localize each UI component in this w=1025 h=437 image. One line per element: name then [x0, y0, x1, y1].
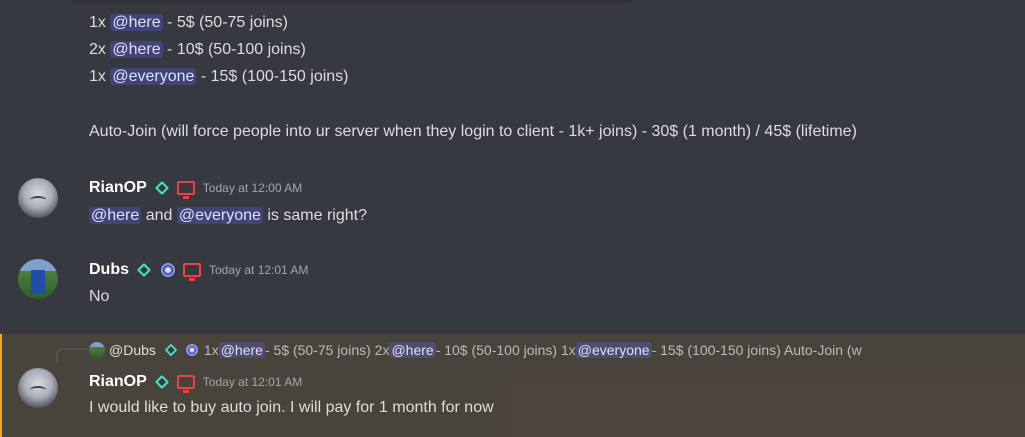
username[interactable]: RianOP	[89, 373, 147, 391]
message-text: I would like to buy auto join. I will pa…	[89, 399, 494, 416]
reply-author[interactable]: @Dubs	[109, 342, 156, 358]
price-line-prefix: 1x	[89, 14, 111, 31]
message-text: No	[89, 288, 110, 305]
price-line-suffix: - 15$ (100-150 joins)	[196, 68, 349, 85]
price-line-suffix: - 10$ (50-100 joins)	[162, 41, 306, 58]
reply-text: - 10$ (50-100 joins) 1x	[435, 342, 576, 358]
reply-spine	[56, 348, 88, 362]
timestamp[interactable]: Today at 12:00 AM	[203, 181, 302, 195]
desktop-icon	[183, 263, 201, 281]
message-header: Dubs Today at 12:01 AM	[89, 259, 308, 281]
mention-here[interactable]: @here	[110, 41, 163, 58]
price-line-2: 2x @here - 10$ (50-100 joins)	[89, 39, 306, 61]
message-header: RianOP Today at 12:01 AM	[89, 371, 302, 393]
text-fragment: is same right?	[262, 207, 367, 224]
username[interactable]: Dubs	[89, 261, 129, 279]
avatar-dubs[interactable]	[18, 259, 58, 299]
badge-icon	[164, 343, 178, 357]
price-line-1: 1x @here - 5$ (50-75 joins)	[89, 12, 288, 34]
badge-icon	[136, 262, 152, 278]
mention-here[interactable]: @here	[110, 14, 163, 31]
price-line-3: 1x @everyone - 15$ (100-150 joins)	[89, 66, 349, 88]
avatar-rianop[interactable]	[18, 368, 58, 408]
timestamp[interactable]: Today at 12:01 AM	[203, 375, 302, 389]
mention-here[interactable]: @here	[89, 207, 142, 224]
reply-avatar	[89, 342, 105, 358]
price-line-prefix: 2x	[89, 41, 111, 58]
autojoin-line: Auto-Join (will force people into ur ser…	[89, 123, 857, 140]
embed-bottom-edge	[72, 0, 630, 3]
boost-icon	[161, 263, 175, 277]
message-text: @here and @everyone is same right?	[89, 205, 367, 227]
price-line-prefix: 1x	[89, 68, 111, 85]
username[interactable]: RianOP	[89, 179, 147, 197]
mention-everyone: @everyone	[575, 342, 652, 358]
timestamp[interactable]: Today at 12:01 AM	[209, 263, 308, 277]
badge-icon	[154, 374, 169, 390]
avatar-rianop[interactable]	[18, 178, 58, 218]
reply-preview[interactable]: @Dubs 1x @here - 5$ (50-75 joins) 2x @he…	[89, 339, 862, 361]
reply-text: 1x	[203, 342, 219, 358]
badge-icon	[154, 180, 169, 196]
message-header: RianOP Today at 12:00 AM	[89, 177, 302, 199]
mention-everyone[interactable]: @everyone	[176, 207, 263, 224]
desktop-icon	[176, 181, 195, 199]
boost-icon	[185, 344, 198, 356]
mention-highlight-bar	[0, 334, 2, 437]
text-fragment: and	[141, 207, 177, 224]
price-line-suffix: - 5$ (50-75 joins)	[162, 14, 288, 31]
mention-here: @here	[218, 342, 265, 358]
mention-here: @here	[389, 342, 436, 358]
mention-everyone[interactable]: @everyone	[110, 68, 197, 85]
reply-text: - 5$ (50-75 joins) 2x	[264, 342, 390, 358]
reply-text: - 15$ (100-150 joins) Auto-Join (w	[651, 342, 862, 358]
desktop-icon	[176, 375, 195, 393]
